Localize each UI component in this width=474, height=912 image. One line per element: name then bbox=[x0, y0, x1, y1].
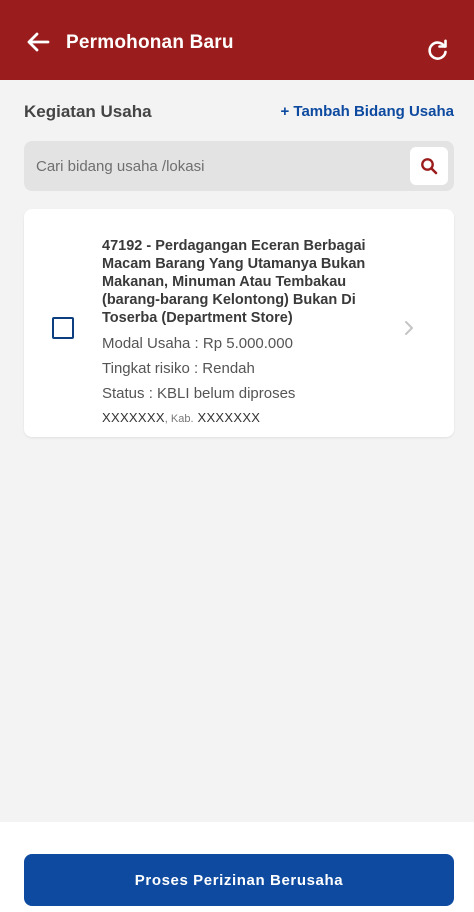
location-text: XXXXXXX, Kab. XXXXXXX bbox=[102, 410, 402, 425]
item-checkbox[interactable] bbox=[52, 317, 74, 339]
search-bar bbox=[24, 141, 454, 191]
location-district: XXXXXXX bbox=[102, 410, 165, 425]
business-activity-card[interactable]: 47192 - Perdagangan Eceran Berbagai Maca… bbox=[24, 209, 454, 437]
section-title: Kegiatan Usaha bbox=[24, 102, 152, 121]
card-content: 47192 - Perdagangan Eceran Berbagai Maca… bbox=[102, 237, 402, 425]
app-bar: Permohonan Baru bbox=[0, 0, 474, 80]
page-title: Permohonan Baru bbox=[66, 32, 234, 53]
section-header: Kegiatan Usaha + Tambah Bidang Usaha bbox=[24, 100, 454, 124]
search-icon bbox=[421, 158, 438, 175]
location-separator: , Kab. bbox=[164, 413, 194, 425]
risk-level-text: Tingkat risiko : Rendah bbox=[102, 360, 255, 377]
kbli-title: 47192 - Perdagangan Eceran Berbagai Maca… bbox=[102, 238, 366, 326]
add-business-field-link[interactable]: + Tambah Bidang Usaha bbox=[280, 103, 454, 120]
back-button[interactable] bbox=[24, 28, 52, 56]
location-regency: XXXXXXX bbox=[197, 410, 261, 425]
search-input[interactable] bbox=[36, 141, 396, 191]
search-button[interactable] bbox=[410, 147, 448, 185]
capital-text: Modal Usaha : Rp 5.000.000 bbox=[102, 335, 293, 352]
process-licensing-button[interactable]: Proses Perizinan Berusaha bbox=[24, 854, 454, 906]
chevron-right-icon bbox=[405, 321, 413, 335]
status-text: Status : KBLI belum diproses bbox=[102, 385, 296, 402]
arrow-left-icon bbox=[27, 32, 50, 52]
refresh-icon bbox=[428, 39, 447, 60]
refresh-button[interactable] bbox=[424, 36, 452, 64]
